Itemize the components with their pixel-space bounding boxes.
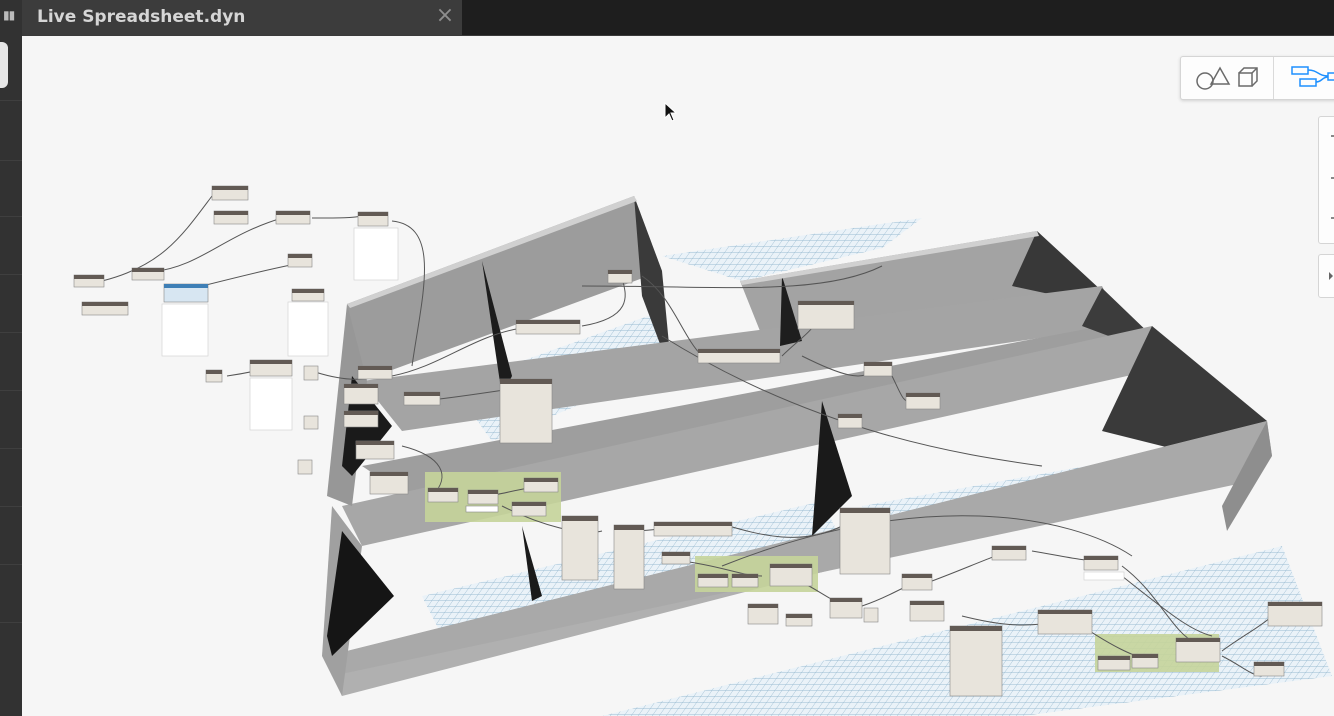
node-output-preview	[249, 377, 293, 431]
background-3d-preview	[73, 185, 1332, 716]
rail-divider	[0, 564, 22, 565]
panel-collapse-handle[interactable]	[0, 42, 8, 88]
graph-node	[303, 415, 319, 430]
graph-node	[465, 505, 499, 513]
view-mode-toggle	[1180, 56, 1334, 100]
graph-node	[949, 625, 1003, 697]
tab-title: Live Spreadsheet.dyn	[37, 7, 246, 27]
rail-divider	[0, 216, 22, 217]
rail-divider	[0, 622, 22, 623]
zoom-controls-panel	[1318, 116, 1334, 244]
graph-node	[561, 515, 599, 581]
graph-view-icon	[1291, 66, 1334, 87]
graph-node	[303, 365, 319, 381]
node-output-preview	[1083, 571, 1125, 581]
pan-icon	[1329, 272, 1333, 280]
node-output-preview	[161, 303, 209, 357]
graph-node	[499, 378, 553, 444]
graph-node	[797, 300, 855, 330]
close-icon[interactable]: ×	[434, 4, 456, 28]
mouse-cursor-icon	[664, 102, 678, 122]
pan-button[interactable]	[1318, 254, 1334, 298]
node-output-preview	[287, 301, 329, 357]
graph-node	[613, 524, 645, 590]
rail-divider	[0, 332, 22, 333]
node-output-preview	[353, 227, 399, 281]
grip-icon[interactable]: ▮▮	[3, 8, 15, 22]
graph-node	[297, 459, 313, 475]
wire	[311, 215, 363, 219]
geometry-view-icon	[1196, 66, 1258, 90]
workspace-canvas[interactable]	[22, 36, 1334, 716]
rail-divider	[0, 390, 22, 391]
tab-live-spreadsheet[interactable]: Live Spreadsheet.dyn ×	[22, 0, 462, 35]
graph-node	[839, 507, 891, 575]
rail-divider	[0, 274, 22, 275]
tab-bar: Live Spreadsheet.dyn ×	[22, 0, 1334, 36]
rail-divider	[0, 100, 22, 101]
graph-view-button[interactable]	[1286, 63, 1334, 93]
graph-node	[863, 607, 879, 623]
rail-divider	[0, 160, 22, 161]
toggle-divider	[1273, 57, 1274, 99]
rail-divider	[0, 506, 22, 507]
left-panel-rail: ▮▮	[0, 0, 22, 716]
rail-divider	[0, 448, 22, 449]
geometry-view-button[interactable]	[1191, 63, 1269, 93]
